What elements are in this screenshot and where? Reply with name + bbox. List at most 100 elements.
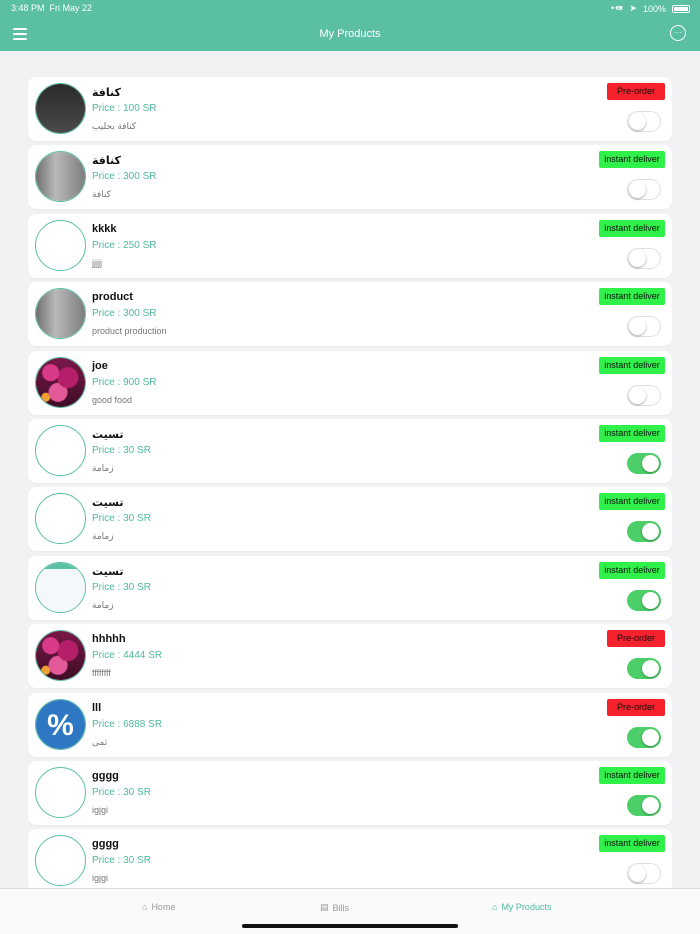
product-price: Price : 6888 SR (92, 718, 163, 730)
delivery-badge: Pre-order (607, 698, 665, 716)
battery-icon (672, 4, 690, 13)
product-description: زمامة (92, 599, 114, 610)
status-indicators: ≋ ➤ 100% (616, 3, 690, 14)
delivery-badge: instant deliver (599, 356, 665, 374)
product-name: gggg (92, 769, 119, 782)
product-image (35, 83, 86, 134)
product-enabled-toggle[interactable] (627, 658, 661, 680)
product-description: product production (92, 326, 167, 337)
product-description: ثمى (92, 736, 108, 747)
location-icon: ➤ (629, 3, 637, 13)
product-description: كنافة بحليب (92, 121, 137, 131)
product-enabled-toggle[interactable] (627, 521, 661, 543)
home-icon: ⌂ (142, 902, 148, 912)
product-price: Price : 300 SR (92, 308, 157, 320)
product-description: igjgi (92, 804, 109, 815)
product-card[interactable]: تسيت Price : 30 SR زمامة instant deliver (28, 487, 672, 552)
chat-icon[interactable]: ··· (670, 25, 686, 41)
delivery-badge: instant deliver (599, 561, 665, 579)
product-card[interactable]: product Price : 300 SR product production i… (28, 282, 672, 347)
tab-home-label: Home (151, 902, 176, 912)
product-name: hhhhh (92, 633, 126, 646)
product-name: product (92, 291, 133, 304)
product-price: Price : 100 SR (92, 103, 157, 114)
product-card[interactable]: كنافة Price : 300 SR كنافة instant deliver (28, 145, 672, 210)
tab-my-products[interactable]: ⌂ My Products (492, 902, 551, 912)
delivery-badge: instant deliver (599, 219, 665, 237)
product-price: Price : 30 SR (92, 855, 151, 867)
product-image (35, 766, 86, 818)
product-name: gggg (92, 838, 119, 851)
product-card[interactable]: hhhhh Price : 4444 SR ffffffff Pre-order (28, 624, 672, 689)
delivery-badge: Pre-order (607, 630, 665, 648)
delivery-badge: instant deliver (599, 151, 665, 169)
product-description: igjgi (92, 873, 109, 884)
product-card[interactable]: تسيت Price : 30 SR زمامة instant deliver (28, 555, 672, 620)
app-header: 3:48 PM Fri May 22 ••• ≋ ➤ 100% My Produ… (0, 0, 700, 51)
wifi-icon: ≋ (615, 3, 624, 13)
product-card[interactable]: % lll Price : 6888 SR ثمى Pre-order (28, 692, 672, 757)
product-image (35, 424, 86, 476)
product-name: joe (92, 359, 108, 372)
product-name: kkkk (92, 222, 117, 235)
product-description: كنافة (92, 189, 111, 200)
product-image (35, 356, 86, 408)
product-description: زمامة (92, 531, 114, 542)
product-price: Price : 30 SR (92, 786, 151, 798)
product-price: Price : 30 SR (92, 581, 151, 593)
product-enabled-toggle[interactable] (627, 726, 661, 748)
product-image (35, 493, 86, 545)
tab-bills-label: Bills (332, 902, 350, 913)
product-name: تسيت (92, 428, 124, 441)
delivery-badge: instant deliver (599, 493, 665, 511)
bill-icon: ▤ (320, 902, 329, 912)
status-time: 3:48 PM Fri May 22 (11, 3, 93, 13)
product-enabled-toggle[interactable] (627, 794, 661, 816)
delivery-badge: Pre-order (607, 83, 665, 100)
product-enabled-toggle[interactable] (627, 452, 661, 474)
delivery-badge: instant deliver (599, 424, 665, 442)
product-name: lll (92, 701, 102, 714)
product-card[interactable]: gggg Price : 30 SR igjgi instant deliver (28, 760, 672, 825)
product-enabled-toggle[interactable] (627, 863, 661, 885)
battery-percent: 100% (642, 3, 666, 14)
product-price: Price : 30 SR (92, 444, 151, 456)
product-price: Price : 900 SR (92, 376, 157, 388)
product-enabled-toggle[interactable] (627, 384, 661, 406)
home-indicator (242, 924, 458, 928)
page-title: My Products (319, 28, 381, 40)
product-description: jjjjj (92, 257, 102, 268)
product-image: % (35, 698, 86, 750)
product-image (35, 151, 86, 203)
product-name: كنافة (92, 155, 121, 168)
tab-home[interactable]: ⌂ Home (142, 902, 175, 912)
product-card[interactable]: kkkk Price : 250 SR jjjjj instant deliver (28, 213, 672, 278)
product-card[interactable]: joe Price : 900 SR good food instant delive… (28, 350, 672, 415)
product-card[interactable]: gggg Price : 30 SR igjgi instant deliver (28, 829, 672, 894)
tab-my-products-label: My Products (501, 902, 552, 912)
product-enabled-toggle[interactable] (627, 179, 661, 201)
product-image (35, 561, 86, 613)
status-bar: 3:48 PM Fri May 22 ••• ≋ ➤ 100% (0, 0, 700, 16)
product-enabled-toggle[interactable] (627, 589, 661, 611)
product-enabled-toggle[interactable] (627, 111, 661, 132)
product-list: كنافة Price : 100 SR كنافة بحليب Pre-order ك… (28, 77, 672, 898)
product-description: good food (92, 394, 133, 405)
product-enabled-toggle[interactable] (627, 316, 661, 338)
product-description: زمامة (92, 462, 114, 473)
product-price: Price : 300 SR (92, 171, 157, 183)
store-icon: ⌂ (492, 902, 498, 912)
product-name: تسيت (92, 497, 124, 510)
product-price: Price : 4444 SR (92, 650, 163, 662)
tab-bills[interactable]: ▤ Bills (320, 902, 349, 913)
delivery-badge: instant deliver (599, 288, 665, 306)
product-enabled-toggle[interactable] (627, 247, 661, 269)
product-card[interactable]: كنافة Price : 100 SR كنافة بحليب Pre-order (28, 77, 672, 141)
product-image (35, 288, 86, 340)
product-image (35, 219, 86, 271)
delivery-badge: instant deliver (599, 766, 665, 784)
product-name: كنافة (92, 87, 121, 99)
product-image (35, 630, 86, 682)
product-card[interactable]: تسيت Price : 30 SR زمامة instant deliver (28, 418, 672, 483)
product-image (35, 835, 86, 887)
